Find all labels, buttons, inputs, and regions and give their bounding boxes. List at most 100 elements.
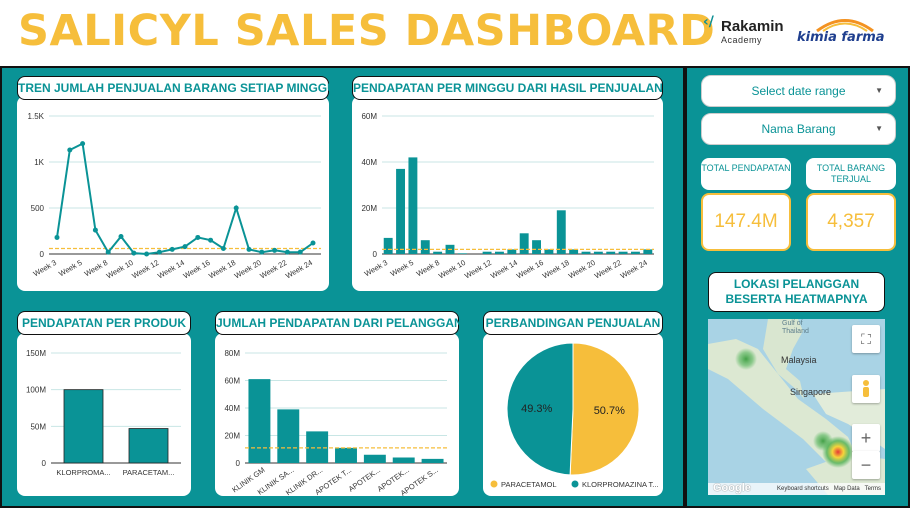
trend-qty-card: 0 500 1K 1.5K Week 3 Week 5 Week 8 Week 10 Week … (17, 96, 329, 291)
data-point (297, 249, 303, 255)
rakamin-logo-sub: Academy (721, 35, 763, 45)
bar (128, 428, 169, 464)
data-point (92, 227, 98, 233)
y-tick-label: 100M (26, 386, 46, 395)
date-range-select[interactable]: Select date range ▼ (701, 75, 896, 107)
data-point (259, 249, 265, 255)
trend-revenue-title: PENDAPATAN PER MINGGU DARI HASIL PENJUAL… (352, 76, 663, 100)
map-label-malaysia: Malaysia (781, 355, 817, 365)
data-point (310, 240, 316, 246)
kimia-farma-logo: kimia farma (797, 12, 897, 52)
google-logo: Google (713, 482, 751, 494)
x-tick-label: Week 10 (105, 258, 135, 281)
bar (643, 249, 653, 254)
customer-heatmap[interactable]: Gulf of Thailand Malaysia Singapore ⛶ + … (708, 319, 885, 495)
bar (519, 233, 529, 254)
bar (618, 251, 628, 254)
y-tick-label: 1.5K (28, 112, 45, 121)
map-label-gulf: Gulf of Thailand (782, 320, 809, 335)
rakamin-logo: ‹/ Rakamin Academy (703, 14, 791, 46)
y-tick-label: 60M (224, 377, 240, 386)
bar (532, 240, 541, 254)
header: SALICYL SALES DASHBOARD ‹/ Rakamin Acade… (0, 0, 910, 66)
data-point (233, 205, 239, 211)
bar (569, 249, 579, 254)
series-line (56, 142, 314, 256)
y-tick-label: 500 (31, 204, 45, 213)
data-point (67, 147, 73, 153)
rakamin-mark-icon: ‹/ (703, 14, 714, 30)
y-tick-label: 20M (361, 204, 377, 213)
trend-revenue-chart[interactable]: 020M40M60MWeek 3 Week 5 Week 8Week 10Week … (352, 96, 663, 291)
data-point (208, 237, 214, 243)
y-tick-label: 0 (42, 459, 47, 468)
data-point (54, 234, 60, 240)
comparison-pie-chart[interactable]: 50.7% 49.3% PARACETAMOL KLORPROMAZINA T... (483, 333, 663, 496)
y-tick-label: 1K (34, 158, 44, 167)
bar (581, 251, 591, 254)
bar (556, 210, 566, 254)
comparison-title: PERBANDINGAN PENJUALAN (483, 311, 663, 335)
legend-label: PARACETAMOL (501, 480, 557, 489)
y-tick-label: 40M (361, 158, 377, 167)
map-title: LOKASI PELANGGAN BESERTA HEATMAPNYA (708, 272, 885, 312)
x-tick-label: Week 18 (541, 258, 571, 281)
data-point (156, 249, 162, 255)
x-tick-label: Week 18 (207, 258, 237, 281)
data-point (195, 234, 201, 240)
y-tick-label: 50M (30, 422, 46, 431)
y-tick-label: 80M (224, 349, 240, 358)
pegman-icon[interactable] (852, 375, 880, 403)
y-tick-label: 40M (224, 404, 240, 413)
legend-swatch (490, 480, 498, 488)
bar (420, 240, 430, 254)
y-tick-label: 0 (40, 250, 45, 259)
map-data-link[interactable]: Map Data (834, 486, 860, 492)
chevron-down-icon: ▼ (875, 86, 883, 95)
y-tick-label: 0 (373, 250, 378, 259)
x-tick-label: Week 20 (233, 258, 263, 281)
revenue-customer-chart[interactable]: 020M40M60M80MKLINIK GMKLINIK SA...KLINIK… (215, 333, 459, 498)
rakamin-logo-name: Rakamin (721, 18, 784, 35)
x-tick-label: Week 16 (515, 258, 545, 281)
data-point (80, 141, 86, 147)
slice-label: 50.7% (594, 405, 625, 417)
bar (631, 251, 640, 254)
bar (421, 458, 444, 463)
x-tick-label: Week 5 (389, 258, 415, 278)
trend-qty-chart[interactable]: 05001K1.5KWeek 3 Week 5 Week 8Week 10Week … (17, 96, 329, 291)
revenue-customer-title: JUMLAH PENDAPATAN DARI PELANGGAN (215, 311, 463, 335)
x-tick-label: Week 22 (593, 258, 623, 281)
x-tick-label: Week 24 (619, 258, 649, 281)
date-range-label: Select date range (751, 84, 846, 98)
charts-area: 0 500 1K 1.5K Week 3 Week 5 Week 8 Week 10 Week … (0, 66, 683, 508)
y-tick-label: 0 (236, 459, 241, 468)
bar (363, 454, 386, 463)
x-tick-label: Week 10 (437, 258, 467, 281)
bar (383, 237, 393, 254)
product-select-label: Nama Barang (761, 122, 836, 136)
data-point (246, 246, 252, 252)
x-tick-label: Week 8 (415, 258, 441, 278)
x-tick-label: Week 24 (284, 258, 314, 281)
zoom-out-button[interactable]: − (852, 451, 880, 479)
y-tick-label: 20M (224, 432, 240, 441)
revenue-product-chart[interactable]: 0 50M 100M 150M KLORPROMA... PARACETAM... (17, 333, 191, 496)
bar (248, 379, 271, 463)
comparison-card: 50.7% 49.3% PARACETAMOL KLORPROMAZINA T... (483, 333, 663, 496)
map-terms-link[interactable]: Terms (865, 486, 881, 492)
zoom-in-button[interactable]: + (852, 424, 880, 452)
bar (335, 447, 357, 463)
bar (544, 249, 554, 254)
bar (392, 457, 415, 463)
y-tick-label: 150M (26, 349, 46, 358)
fullscreen-icon[interactable]: ⛶ (852, 325, 880, 353)
map-shortcuts-link[interactable]: Keyboard shortcuts (777, 486, 829, 492)
heat-spot-north (735, 348, 757, 370)
product-select[interactable]: Nama Barang ▼ (701, 113, 896, 145)
bar (507, 249, 517, 254)
side-panel: Select date range ▼ Nama Barang ▼ TOTAL … (687, 66, 910, 508)
x-tick-label: Week 14 (489, 258, 519, 281)
data-point (118, 234, 124, 240)
legend-label: KLORPROMAZINA T... (582, 480, 659, 489)
